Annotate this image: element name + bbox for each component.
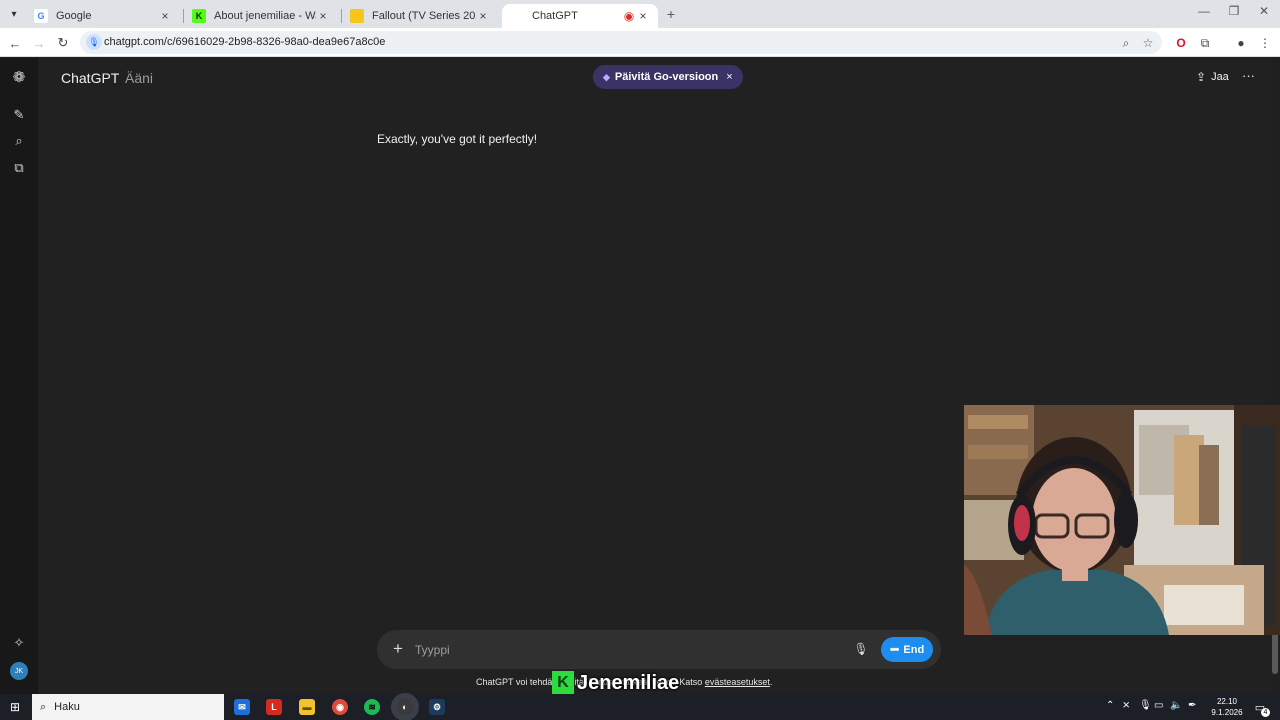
back-icon[interactable]: ← [6, 34, 24, 52]
windows-start-icon[interactable]: ⊞ [8, 700, 22, 714]
upgrade-button[interactable]: ◆ Päivitä Go-versioon × [593, 65, 743, 89]
steam-icon[interactable]: ⚙ [429, 699, 445, 715]
chrome-icon[interactable]: ◉ [332, 699, 348, 715]
zoom-icon[interactable]: ⌕ [1118, 35, 1134, 51]
clock-date: 9.1.2026 [1211, 708, 1243, 717]
opera-extension-icon[interactable]: O [1172, 34, 1190, 52]
sidebar: ❁ ✎ ⌕ ⧉ ✧ JK [0, 58, 38, 694]
dots-icon: ••• [889, 643, 900, 656]
reload-icon[interactable]: ↻ [54, 34, 72, 52]
scrollbar-thumb[interactable] [1272, 632, 1278, 674]
microphone-tray-icon[interactable]: 🎙 [1139, 700, 1152, 711]
obs-icon[interactable]: ◐ [391, 693, 419, 720]
assistant-message: Exactly, you've got it perfectly! [377, 132, 538, 146]
brand-name: ChatGPT [61, 70, 120, 86]
add-attachment-icon[interactable]: + [389, 639, 407, 659]
browser-toolbar: ← → ↻ 🎙 chatgpt.com/c/69616029-2b98-8326… [0, 28, 1280, 57]
close-tab-icon[interactable]: × [316, 9, 330, 23]
minimize-icon[interactable]: — [1189, 4, 1219, 18]
tab-title: Fallout (TV Series 2024– ) - IMDb [372, 10, 476, 22]
microphone-icon[interactable]: 🎙 [853, 640, 869, 658]
explore-sparkle-icon[interactable]: ✧ [9, 633, 29, 653]
close-tab-icon[interactable]: × [158, 9, 172, 23]
streamer-name: Jenemiliae [577, 671, 680, 694]
webcam-image [964, 405, 1280, 635]
taskbar-search-label: Haku [54, 701, 80, 713]
new-tab-icon[interactable]: + [662, 5, 680, 23]
cookie-settings-link[interactable]: evästeasetukset [705, 677, 770, 687]
message-input[interactable] [415, 641, 835, 659]
tab-imdb[interactable]: Fallout (TV Series 2024– ) - IMDb × [342, 4, 498, 28]
webcam-feed [964, 405, 1280, 635]
diamond-icon: ◆ [603, 71, 610, 82]
share-label: Jaa [1211, 71, 1229, 83]
share-icon: ⇪ [1196, 70, 1207, 84]
clock-time: 22.10 [1216, 697, 1238, 706]
taskbar-search[interactable]: ⌕ Haku [32, 694, 224, 720]
l-app-icon[interactable]: L [266, 699, 282, 715]
tab-title: Google [56, 10, 92, 22]
tab-chatgpt[interactable]: ChatGPT ◉ × [502, 4, 658, 28]
new-chat-icon[interactable]: ✎ [9, 105, 29, 125]
tab-search-dropdown-icon[interactable]: ▾ [4, 4, 24, 24]
pen-icon[interactable]: ✒ [1188, 700, 1196, 711]
network-off-icon[interactable]: ⨯ [1122, 700, 1130, 711]
model-selector[interactable]: ChatGPT Ääni [61, 70, 153, 86]
google-favicon-icon: G [34, 9, 48, 23]
close-icon[interactable]: × [726, 71, 732, 83]
browser-tab-strip: ▾ G Google × K About jenemiliae - Watch … [0, 0, 1280, 28]
avatar[interactable]: JK [10, 662, 28, 680]
tab-kick[interactable]: K About jenemiliae - Watch Live on Kick … [184, 4, 338, 28]
kick-favicon-icon: K [192, 9, 206, 23]
end-voice-button[interactable]: ••• End [881, 637, 933, 662]
system-clock[interactable]: 22.10 9.1.2026 [1210, 696, 1244, 718]
tab-google[interactable]: G Google × [26, 4, 180, 28]
chatgpt-logo-icon[interactable]: ❁ [9, 67, 29, 87]
chat-header: ChatGPT Ääni ◆ Päivitä Go-versioon × ⇪ J… [38, 58, 1280, 98]
tab-title: About jenemiliae - Watch Live on Kick [214, 10, 316, 22]
imdb-favicon-icon [350, 9, 364, 23]
notification-count: 4 [1261, 708, 1270, 717]
extensions-puzzle-icon[interactable]: ⧉ [1196, 34, 1214, 52]
search-icon: ⌕ [40, 700, 47, 713]
mode-label: Ääni [125, 70, 154, 86]
mail-app-icon[interactable]: ✉ [234, 699, 250, 715]
tray-overflow-icon[interactable]: ⌃ [1106, 700, 1114, 711]
microphone-permission-icon[interactable]: 🎙 [86, 34, 102, 50]
stream-name-overlay: K Jenemiliae [552, 670, 679, 696]
close-tab-icon[interactable]: × [476, 9, 490, 23]
url-text: chatgpt.com/c/69616029-2b98-8326-98a0-de… [104, 36, 386, 48]
bookmark-star-icon[interactable]: ☆ [1140, 35, 1156, 51]
address-bar[interactable]: 🎙 chatgpt.com/c/69616029-2b98-8326-98a0-… [80, 31, 1162, 54]
more-options-icon[interactable]: ··· [1242, 68, 1255, 83]
spotify-icon[interactable]: ≋ [364, 699, 380, 715]
close-window-icon[interactable]: ✕ [1249, 4, 1279, 18]
search-icon[interactable]: ⌕ [9, 131, 29, 151]
close-tab-icon[interactable]: × [636, 9, 650, 23]
end-label: End [903, 643, 925, 656]
recording-indicator-icon: ◉ [623, 9, 635, 23]
windows-taskbar: ⊞ ⌕ Haku ✉ L ▬ ◉ ≋ ◐ ⚙ ⌃ ⨯ 🎙 ▭ 🔈 ✒ 22.10… [0, 693, 1280, 720]
volume-icon[interactable]: 🔈 [1170, 700, 1182, 711]
share-button[interactable]: ⇪ Jaa [1196, 70, 1229, 84]
forward-icon[interactable]: → [30, 34, 48, 52]
profile-avatar-icon[interactable]: ● [1232, 34, 1250, 52]
tab-title: ChatGPT [532, 10, 578, 22]
library-icon[interactable]: ⧉ [9, 158, 29, 178]
composer: + 🎙 ••• End [377, 630, 941, 669]
display-icon[interactable]: ▭ [1154, 700, 1163, 711]
browser-menu-icon[interactable]: ⋮ [1256, 34, 1274, 52]
restore-icon[interactable]: ❐ [1219, 4, 1249, 18]
upgrade-label: Päivitä Go-versioon [614, 71, 719, 83]
kick-logo-icon: K [552, 671, 574, 695]
chatgpt-favicon-icon [510, 9, 524, 23]
disclaimer-end: . [769, 677, 773, 687]
file-explorer-icon[interactable]: ▬ [299, 699, 315, 715]
notification-center-icon[interactable]: ▭ 4 [1252, 699, 1270, 717]
